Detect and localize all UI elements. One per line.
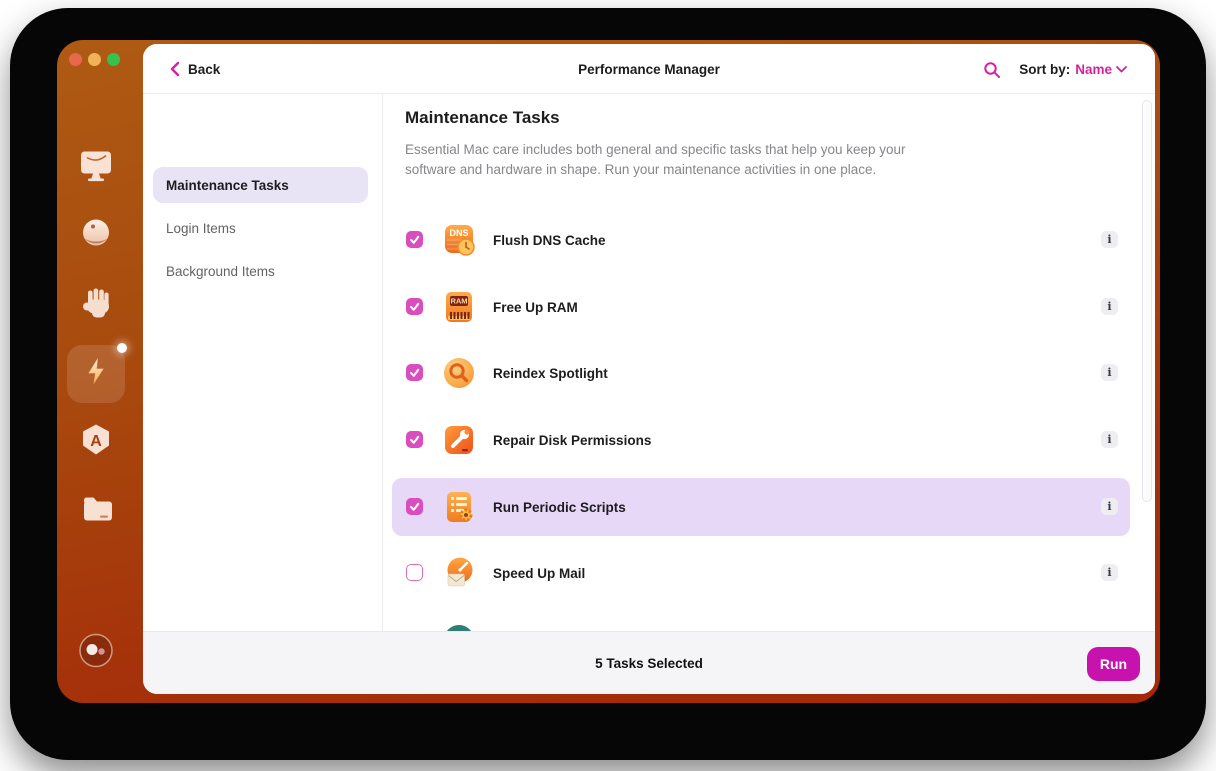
task-label: Repair Disk Permissions [493,411,651,469]
task-checkbox[interactable] [406,231,423,248]
task-row-flush-dns-cache[interactable]: DNS Flush DNS Cache i [392,211,1130,269]
svg-text:DNS: DNS [449,228,468,238]
spotlight-icon [442,356,476,390]
chevron-down-icon [1116,66,1127,73]
content-heading: Maintenance Tasks [405,108,560,128]
task-checkbox[interactable] [406,564,423,581]
task-label: Flush DNS Cache [493,211,606,269]
hand-icon[interactable] [76,285,116,330]
task-label: Reindex Spotlight [493,344,608,402]
avatar-icon[interactable] [78,633,114,674]
screen: A Back Performance Manager [0,0,1216,771]
ram-icon: RAM [442,290,476,324]
info-button[interactable]: i [1101,564,1118,581]
task-row-run-periodic-scripts[interactable]: Run Periodic Scripts i [392,478,1130,536]
search-icon[interactable] [983,61,1001,79]
task-label: Free Up RAM [493,278,578,336]
panel-item-login-items[interactable]: Login Items [153,210,368,246]
dns-cache-icon: DNS [442,223,476,257]
run-button[interactable]: Run [1087,647,1140,681]
task-checkbox[interactable] [406,498,423,515]
task-row-reindex-spotlight[interactable]: Reindex Spotlight i [392,344,1130,402]
svg-text:RAM: RAM [450,297,467,306]
task-list-pane: Maintenance Tasks Essential Mac care inc… [383,94,1155,631]
info-button[interactable]: i [1101,498,1118,515]
tasks-selected-status: 5 Tasks Selected [143,632,1155,694]
vertical-scrollbar[interactable] [1142,100,1152,502]
window-header: Back Performance Manager Sort by: Name [143,44,1155,94]
task-checkbox[interactable] [406,364,423,381]
notification-dot [117,343,127,353]
info-button[interactable]: i [1101,364,1118,381]
content-description: Essential Mac care includes both general… [405,140,906,180]
task-label: Speed Up Mail [493,544,585,602]
section-panel: Maintenance Tasks Login Items Background… [143,94,383,631]
page-title: Performance Manager [143,44,1155,94]
panel-item-background-items[interactable]: Background Items [153,253,368,289]
info-button[interactable]: i [1101,431,1118,448]
scripts-gear-icon [442,490,476,524]
task-row-repair-disk-permissions[interactable]: Repair Disk Permissions i [392,411,1130,469]
disk-wrench-icon [442,423,476,457]
task-row-partial[interactable] [392,611,1130,631]
sort-by-control: Sort by: Name [1019,44,1127,94]
info-button[interactable]: i [1101,298,1118,315]
close-window-button[interactable] [69,53,82,66]
sort-by-dropdown[interactable]: Name [1075,62,1127,77]
task-row-free-up-ram[interactable]: RAM Free Up RAM i [392,278,1130,336]
window-footer: 5 Tasks Selected Run [143,631,1155,694]
performance-manager-window: Back Performance Manager Sort by: Name [143,44,1155,694]
teal-partial-icon [442,623,476,631]
lightning-icon[interactable] [79,355,113,394]
panel-item-maintenance-tasks[interactable]: Maintenance Tasks [153,167,368,203]
imac-icon[interactable] [74,147,118,192]
svg-text:A: A [90,433,102,450]
a-badge-icon[interactable]: A [76,421,116,466]
mail-speedometer-icon [442,556,476,590]
sort-by-value: Name [1075,62,1112,77]
task-label: Run Periodic Scripts [493,478,626,536]
task-checkbox[interactable] [406,431,423,448]
task-checkbox[interactable] [406,298,423,315]
sort-by-label: Sort by: [1019,62,1070,77]
zoom-window-button[interactable] [107,53,120,66]
task-row-speed-up-mail[interactable]: Speed Up Mail i [392,544,1130,602]
info-button[interactable]: i [1101,231,1118,248]
minimize-window-button[interactable] [88,53,101,66]
orb-icon[interactable] [76,215,116,260]
folder-icon[interactable] [76,490,116,535]
